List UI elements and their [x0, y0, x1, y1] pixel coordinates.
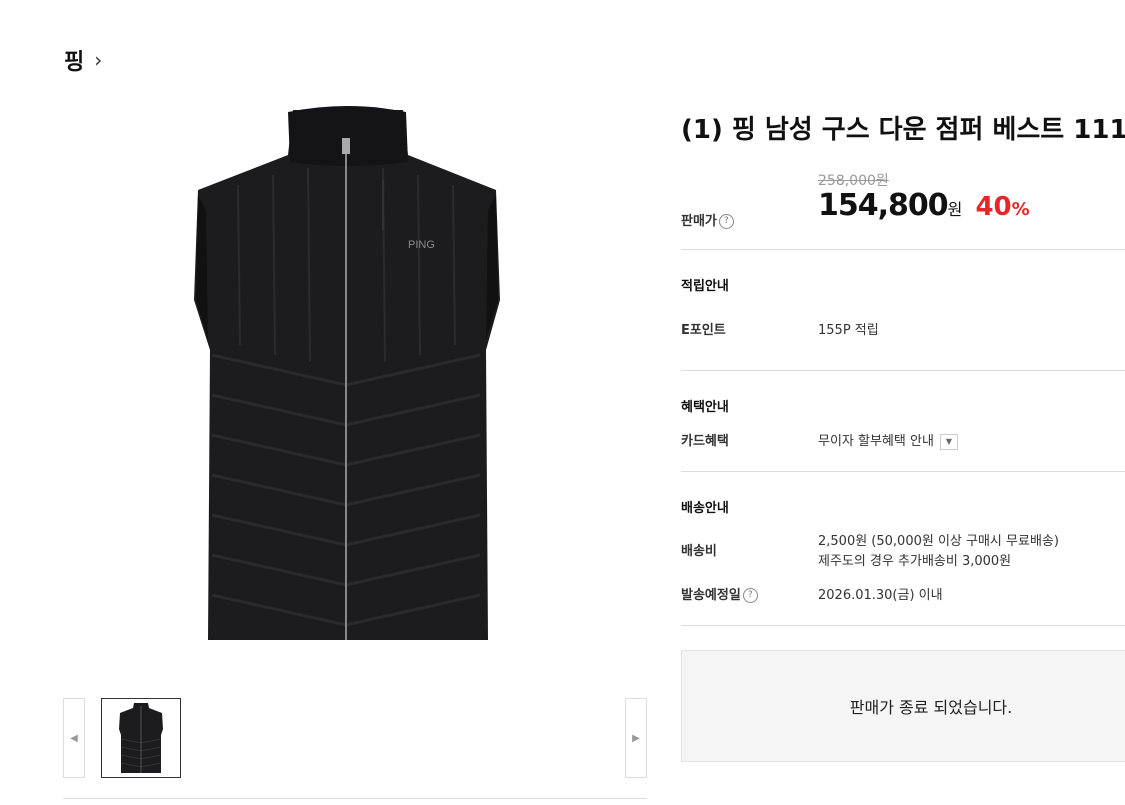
- help-icon[interactable]: ?: [718, 214, 734, 229]
- card-benefit-text: 무이자 할부혜택 안내: [818, 434, 934, 449]
- sale-price: 154,800원 40%: [818, 188, 1030, 223]
- product-logo-text: PING: [408, 239, 435, 251]
- points-label: E포인트: [681, 323, 726, 338]
- price-label: 판매가?: [681, 210, 734, 229]
- thumbnail-prev-button[interactable]: ◀: [63, 698, 85, 778]
- dropdown-icon[interactable]: ▼: [939, 433, 958, 450]
- card-benefit-link[interactable]: 무이자 할부혜택 안내 ▼: [818, 430, 958, 450]
- chevron-left-icon: ◀: [70, 732, 78, 744]
- currency-unit: 원: [947, 200, 963, 219]
- discount-rate: 40: [975, 192, 1012, 222]
- thumbnail-item[interactable]: [101, 698, 181, 778]
- points-value: 155P 적립: [818, 323, 879, 338]
- divider: [681, 625, 1125, 626]
- chevron-right-icon: ▶: [632, 732, 640, 744]
- product-info: (1) 핑 남성 구스 다운 점퍼 베스트 111C3 258,000원 판매가…: [681, 110, 1125, 626]
- breadcrumb: 핑 ›: [64, 44, 102, 76]
- points-section-title: 적립안내: [681, 279, 729, 294]
- product-main-image: PING: [178, 100, 508, 660]
- chevron-right-icon: ›: [94, 48, 103, 72]
- card-benefit-label: 카드혜택: [681, 434, 729, 449]
- breadcrumb-brand[interactable]: 핑: [64, 44, 84, 76]
- thumbnail-strip: ◀ ▶: [63, 698, 647, 780]
- product-title: (1) 핑 남성 구스 다운 점퍼 베스트 111C3: [681, 115, 1125, 145]
- thumbnail-vest-image: [119, 703, 163, 773]
- ship-date-label-text: 발송예정일: [681, 588, 741, 603]
- divider: [681, 471, 1125, 472]
- ship-date-label: 발송예정일?: [681, 584, 758, 603]
- shipping-fee-line1: 2,500원 (50,000원 이상 구매시 무료배송): [818, 534, 1059, 549]
- divider: [681, 370, 1125, 371]
- price-label-text: 판매가: [681, 214, 717, 229]
- help-icon[interactable]: ?: [742, 588, 758, 603]
- soldout-text: 판매가 종료 되었습니다.: [849, 698, 1013, 717]
- shipping-fee-line2: 제주도의 경우 추가배송비 3,000원: [818, 554, 1012, 569]
- thumbnail-next-button[interactable]: ▶: [625, 698, 647, 778]
- ship-date-value: 2026.01.30(금) 이내: [818, 588, 943, 603]
- soldout-notice: 판매가 종료 되었습니다.: [681, 650, 1125, 762]
- shipping-fee-label: 배송비: [681, 544, 717, 559]
- divider: [63, 798, 647, 799]
- divider: [681, 249, 1125, 250]
- original-price: 258,000원: [818, 173, 889, 189]
- price-section: 258,000원 판매가? 154,800원 40%: [681, 170, 1125, 250]
- discount-unit: %: [1011, 199, 1030, 220]
- shipping-section-title: 배송안내: [681, 501, 729, 516]
- sale-price-value: 154,800: [818, 188, 949, 223]
- benefits-section-title: 혜택안내: [681, 400, 729, 415]
